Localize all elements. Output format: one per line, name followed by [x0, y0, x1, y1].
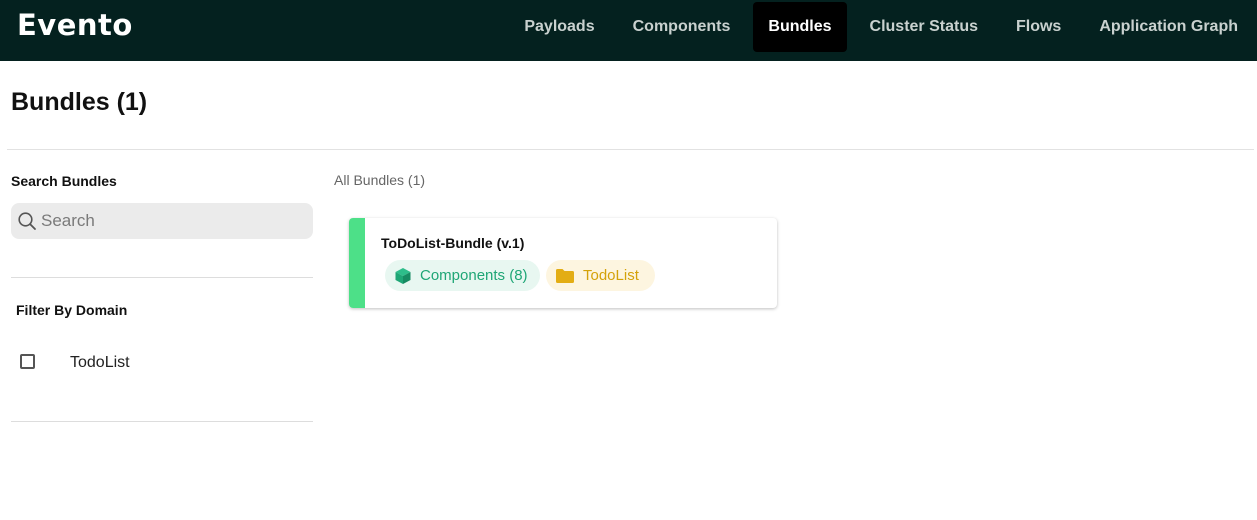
components-chip-label: Components (8)	[420, 267, 528, 284]
nav-cluster-status[interactable]: Cluster Status	[851, 2, 997, 52]
search-icon	[18, 212, 36, 230]
search-label: Search Bundles	[11, 173, 117, 189]
bundle-card[interactable]: ToDoList-Bundle (v.1) Components (8) Tod…	[349, 218, 777, 308]
page-title: Bundles (1)	[11, 88, 148, 116]
domain-checkbox-label[interactable]: TodoList	[70, 354, 130, 372]
filter-label: Filter By Domain	[16, 302, 128, 318]
bundle-card-accent	[349, 218, 365, 308]
domain-chip-label: TodoList	[583, 267, 639, 284]
folder-icon	[556, 268, 574, 283]
search-input[interactable]	[41, 203, 301, 239]
all-bundles-label: All Bundles (1)	[334, 172, 426, 188]
bundle-title[interactable]: ToDoList-Bundle (v.1)	[381, 235, 524, 251]
nav-payloads[interactable]: Payloads	[505, 2, 613, 52]
cube-icon	[395, 267, 411, 284]
nav-application-graph[interactable]: Application Graph	[1080, 2, 1257, 52]
components-chip[interactable]: Components (8)	[385, 260, 540, 291]
search-box[interactable]	[11, 203, 313, 239]
title-divider	[7, 149, 1254, 150]
nav-bundles[interactable]: Bundles	[753, 2, 847, 52]
sidebar-divider	[11, 277, 313, 278]
nav-components[interactable]: Components	[614, 2, 750, 52]
app-logo[interactable]: Evento	[17, 8, 133, 42]
main-nav: Payloads Components Bundles Cluster Stat…	[505, 2, 1257, 52]
sidebar-divider	[11, 421, 313, 422]
top-navbar: Evento Payloads Components Bundles Clust…	[0, 0, 1257, 61]
nav-flows[interactable]: Flows	[997, 2, 1080, 52]
domain-checkbox-todolist[interactable]	[20, 354, 35, 369]
domain-chip[interactable]: TodoList	[546, 260, 655, 291]
